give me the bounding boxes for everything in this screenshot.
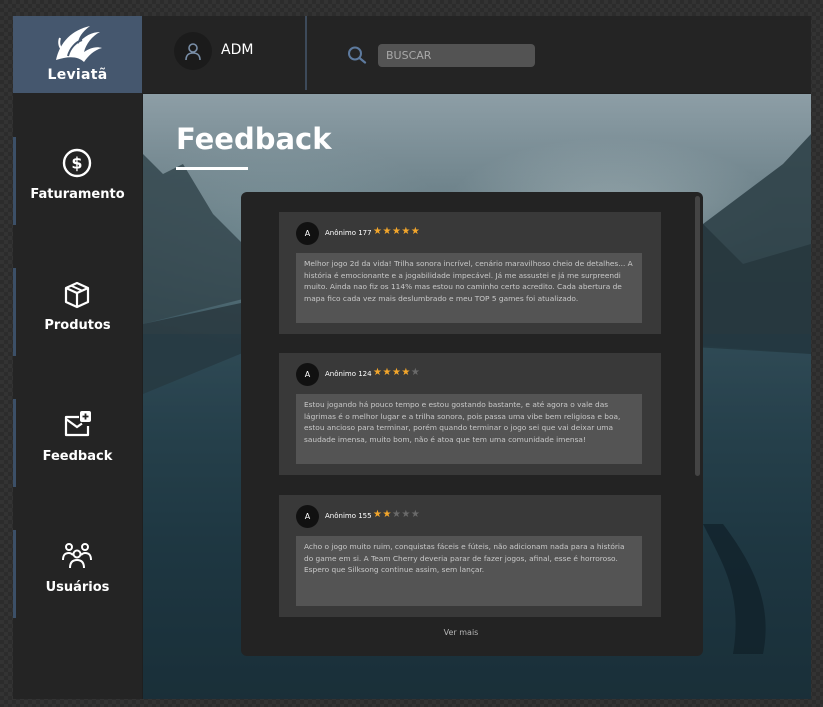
user-icon (185, 43, 201, 61)
avatar: A (296, 363, 319, 386)
topbar-divider (305, 16, 307, 90)
user-avatar[interactable] (174, 32, 212, 70)
sidebar-item-label: Usuários (45, 580, 110, 595)
star-icon: ★ (382, 367, 392, 378)
feedback-text: Estou jogando há pouco tempo e estou gos… (296, 394, 642, 464)
sidebar-item-usuarios[interactable]: Usuários (13, 530, 142, 618)
search-icon[interactable] (347, 46, 367, 64)
star-icon: ★ (401, 509, 411, 520)
star-rating: ★★★★★ (373, 509, 420, 520)
star-icon: ★ (410, 367, 421, 378)
feedback-card: A Anônimo 124 ★★★★★ Estou jogando há pou… (279, 353, 661, 475)
sidebar-item-label: Produtos (44, 318, 111, 333)
box-icon (64, 281, 90, 309)
reviewer-name: Anônimo 124 (325, 370, 372, 378)
star-icon: ★ (410, 509, 421, 520)
star-icon: ★ (391, 509, 402, 520)
mail-plus-icon (64, 411, 91, 437)
avatar: A (296, 222, 319, 245)
sidebar-item-faturamento[interactable]: $ Faturamento (13, 137, 142, 225)
page-title: Feedback (176, 122, 332, 156)
reviewer-name: Anônimo 155 (325, 512, 372, 520)
reviewer-name: Anônimo 177 (325, 229, 372, 237)
star-icon: ★ (410, 226, 421, 237)
sidebar-item-label: Feedback (42, 449, 113, 464)
app-window: Leviatã ADM $ Faturamento (13, 16, 811, 699)
star-icon: ★ (382, 509, 392, 520)
star-icon: ★ (382, 226, 392, 237)
nav-indicator (13, 137, 16, 225)
dollar-circle-icon: $ (62, 148, 92, 178)
feedback-text: Melhor jogo 2d da vida! Trilha sonora in… (296, 253, 642, 323)
sidebar-item-feedback[interactable]: Feedback (13, 399, 142, 487)
star-rating: ★★★★★ (373, 367, 420, 378)
avatar: A (296, 505, 319, 528)
users-icon (62, 543, 92, 569)
feedback-card: A Anônimo 177 ★★★★★ Melhor jogo 2d da vi… (279, 212, 661, 334)
nav-indicator (13, 268, 16, 356)
see-more-link[interactable]: Ver mais (241, 628, 681, 637)
leviathan-logo-icon (56, 26, 102, 62)
feedback-panel: A Anônimo 177 ★★★★★ Melhor jogo 2d da vi… (241, 192, 703, 656)
scrollbar[interactable] (695, 196, 700, 476)
star-icon: ★ (401, 367, 411, 378)
nav-indicator (13, 399, 16, 487)
brand-name: Leviatã (47, 67, 108, 83)
main-content: Feedback A Anônimo 177 ★★★★★ Melhor jogo… (143, 94, 811, 699)
nav-indicator (13, 530, 16, 618)
title-underline (176, 167, 248, 170)
svg-text:$: $ (71, 154, 82, 173)
feedback-text: Acho o jogo muito ruim, conquistas fácei… (296, 536, 642, 606)
sidebar: $ Faturamento Produtos Feedback Usuários (13, 93, 142, 699)
star-icon: ★ (401, 226, 411, 237)
sidebar-item-produtos[interactable]: Produtos (13, 268, 142, 356)
feedback-card: A Anônimo 155 ★★★★★ Acho o jogo muito ru… (279, 495, 661, 617)
top-bar: ADM (142, 16, 811, 93)
star-icon: ★ (391, 367, 402, 378)
user-name[interactable]: ADM (221, 42, 253, 58)
star-rating: ★★★★★ (373, 226, 420, 237)
search-input[interactable] (378, 44, 535, 67)
brand-logo[interactable]: Leviatã (13, 16, 142, 93)
sidebar-item-label: Faturamento (30, 187, 125, 202)
star-icon: ★ (391, 226, 402, 237)
